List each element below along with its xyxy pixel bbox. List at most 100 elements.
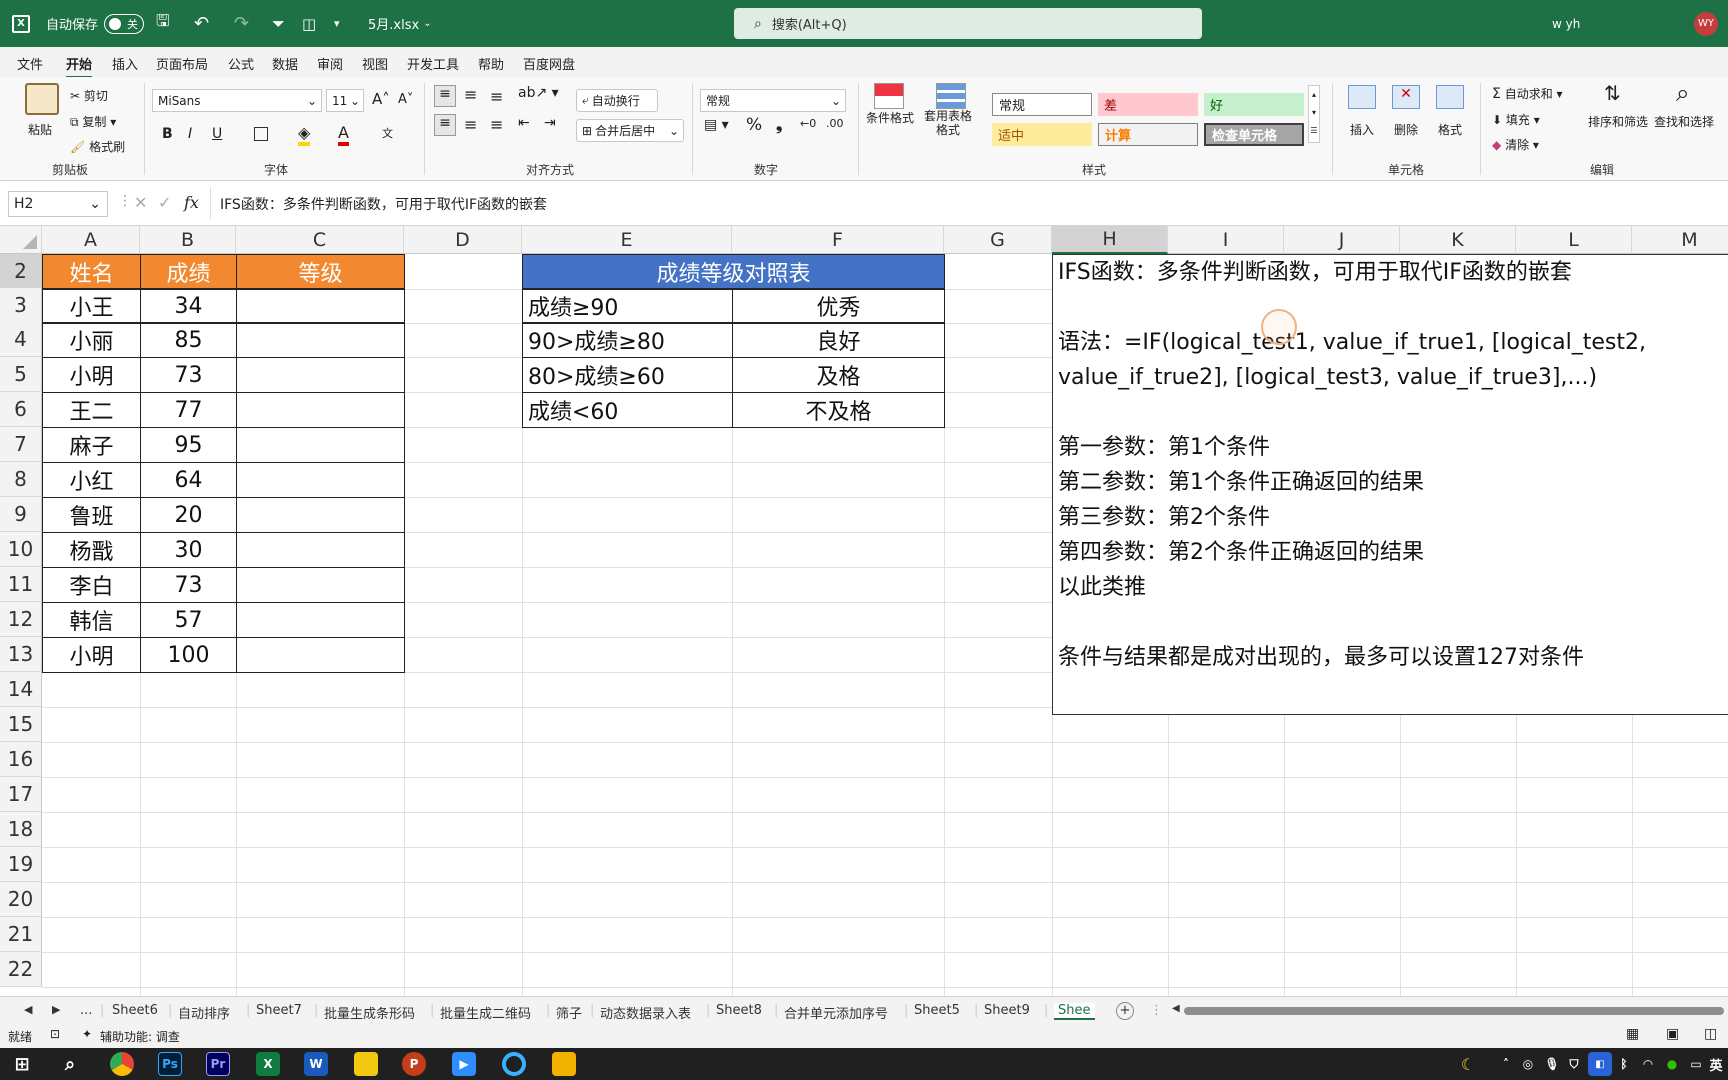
windows-start-icon[interactable]: ⊞ (10, 1052, 34, 1076)
column-header-c[interactable]: C (236, 226, 404, 254)
cut-button[interactable]: ✂ 剪切 (70, 87, 108, 104)
grade-cell[interactable] (236, 288, 405, 324)
spreadsheet-grid[interactable]: ABCDEFGHIJKLM 2 3 4 5 6 7 8 9 10 11 12 13 14 15 16 17 18… (0, 226, 1728, 996)
find-select-button[interactable]: 查找和选择 (1654, 113, 1714, 130)
currency-icon[interactable]: ▤ ▾ (704, 117, 729, 133)
sheet-tab[interactable]: Sheet5 (914, 1003, 960, 1018)
column-header-m[interactable]: M (1632, 226, 1728, 254)
select-all-corner[interactable] (0, 226, 42, 254)
search-icon[interactable]: ⌕ (58, 1052, 82, 1076)
grade-level-cell[interactable]: 良好 (732, 322, 945, 358)
grade-cell[interactable] (236, 567, 405, 603)
macro-record-icon[interactable]: ⊡ (50, 1027, 60, 1041)
avatar[interactable]: WY (1694, 0, 1718, 47)
student-name-cell[interactable]: 王二 (42, 392, 141, 428)
photoshop-icon[interactable]: Ps (158, 1052, 182, 1076)
grade-table-header[interactable]: 成绩 (140, 254, 237, 290)
score-cell[interactable]: 20 (140, 497, 237, 533)
phonetic-icon[interactable]: 文 (382, 125, 393, 141)
tab-formulas[interactable]: 公式 (228, 54, 254, 73)
column-header-f[interactable]: F (732, 226, 944, 254)
student-name-cell[interactable]: 韩信 (42, 602, 141, 638)
sheet-tab[interactable]: Sheet7 (256, 1003, 302, 1018)
tab-data[interactable]: 数据 (272, 54, 298, 73)
student-name-cell[interactable]: 麻子 (42, 427, 141, 463)
excel-taskbar-icon[interactable]: X (256, 1052, 280, 1076)
redo-icon[interactable]: ↷ (234, 0, 249, 47)
row-header-22[interactable]: 22 (0, 952, 42, 987)
percent-button[interactable]: % (746, 115, 762, 135)
fill-color-icon[interactable]: ◈ (298, 123, 311, 146)
save-icon[interactable]: 🖫 (156, 0, 170, 47)
paste-button[interactable]: 粘贴 (28, 121, 52, 138)
row-header-2[interactable]: 2 (0, 254, 42, 289)
score-cell[interactable]: 77 (140, 392, 237, 428)
column-header-l[interactable]: L (1516, 226, 1632, 254)
condition-cell[interactable]: 90>成绩≥80 (522, 322, 733, 358)
row-header-8[interactable]: 8 (0, 462, 42, 497)
chrome-icon[interactable] (110, 1052, 134, 1076)
increase-decimal-icon[interactable]: ←0 (800, 117, 816, 130)
grade-level-cell[interactable]: 优秀 (732, 288, 945, 324)
row-header-5[interactable]: 5 (0, 357, 42, 392)
student-name-cell[interactable]: 小明 (42, 637, 141, 673)
tab-scroll-right-icon[interactable]: ▶ (52, 1003, 60, 1016)
column-header-i[interactable]: I (1168, 226, 1284, 254)
enter-icon[interactable]: ✓ (158, 193, 171, 212)
tab-insert[interactable]: 插入 (112, 54, 138, 73)
score-cell[interactable]: 95 (140, 427, 237, 463)
camera-icon[interactable]: ◫ (302, 0, 316, 47)
increase-font-icon[interactable]: A˄ (372, 90, 390, 108)
word-icon[interactable]: W (304, 1052, 328, 1076)
condition-cell[interactable]: 80>成绩≥60 (522, 357, 733, 393)
grade-table-header[interactable]: 等级 (236, 254, 405, 290)
file-name[interactable]: 5月.xlsx ⌄ (368, 0, 432, 47)
tab-scroll-left-icon[interactable]: ◀ (24, 1003, 32, 1016)
borders-icon[interactable] (254, 127, 268, 141)
font-size-select[interactable]: 11 ⌄ (326, 89, 364, 112)
row-header-15[interactable]: 15 (0, 707, 42, 742)
lookup-table-title[interactable]: 成绩等级对照表 (522, 254, 945, 290)
delete-cells-button[interactable]: 删除 (1394, 121, 1418, 138)
orientation-icon[interactable]: ab↗ ▾ (518, 85, 559, 101)
page-layout-view-icon[interactable]: ▣ (1666, 1026, 1679, 1042)
clear-button[interactable]: ◆ 清除 ▾ (1492, 136, 1539, 153)
font-name-select[interactable]: MiSans ⌄ (152, 89, 322, 112)
student-name-cell[interactable]: 李白 (42, 567, 141, 603)
align-center-icon[interactable]: ≡ (464, 115, 477, 134)
grade-level-cell[interactable]: 不及格 (732, 392, 945, 428)
bluetooth-icon[interactable]: ᛒ (1612, 1052, 1636, 1076)
student-name-cell[interactable]: 小王 (42, 288, 141, 324)
table-format-button[interactable]: 套用表格格式 (920, 109, 976, 137)
app-circle-icon[interactable] (502, 1052, 526, 1076)
sheet-tab[interactable]: 批量生成条形码 (324, 1003, 415, 1022)
microphone-icon[interactable]: 🎙 (1540, 1052, 1564, 1076)
row-header-12[interactable]: 12 (0, 602, 42, 637)
sheet-tab[interactable]: Sheet9 (984, 1003, 1030, 1018)
autosum-button[interactable]: Σ 自动求和 ▾ (1492, 85, 1563, 102)
cancel-icon[interactable]: ✕ (134, 193, 147, 212)
tab-baidu[interactable]: 百度网盘 (523, 54, 575, 73)
sheet-tab[interactable]: 自动排序 (178, 1003, 230, 1022)
insert-function-button[interactable]: fx (184, 193, 199, 212)
grade-cell[interactable] (236, 532, 405, 568)
autosave-toggle[interactable]: 关 (104, 0, 144, 47)
score-cell[interactable]: 100 (140, 637, 237, 673)
bold-button[interactable]: B (162, 126, 173, 142)
merge-center-button[interactable]: ⊞ 合并后居中 ⌄ (576, 119, 684, 142)
style-calculation[interactable]: 计算 (1098, 123, 1198, 146)
grade-cell[interactable] (236, 637, 405, 673)
tray-icon[interactable]: ◎ (1516, 1052, 1540, 1076)
format-painter-button[interactable]: 🖌 格式刷 (70, 138, 125, 155)
filter-icon[interactable]: ⏷ (272, 0, 285, 47)
tray-app-icon[interactable]: ◧ (1588, 1052, 1612, 1076)
style-neutral[interactable]: 适中 (992, 123, 1092, 146)
row-header-10[interactable]: 10 (0, 532, 42, 567)
sheet-tab[interactable]: 合并单元添加序号 (784, 1003, 888, 1022)
sheet-tab[interactable]: 批量生成二维码 (440, 1003, 531, 1022)
row-header-11[interactable]: 11 (0, 567, 42, 602)
insert-cells-button[interactable]: 插入 (1350, 121, 1374, 138)
condition-cell[interactable]: 成绩≥90 (522, 288, 733, 324)
tab-page-layout[interactable]: 页面布局 (156, 54, 208, 73)
tab-help[interactable]: 帮助 (478, 54, 504, 73)
